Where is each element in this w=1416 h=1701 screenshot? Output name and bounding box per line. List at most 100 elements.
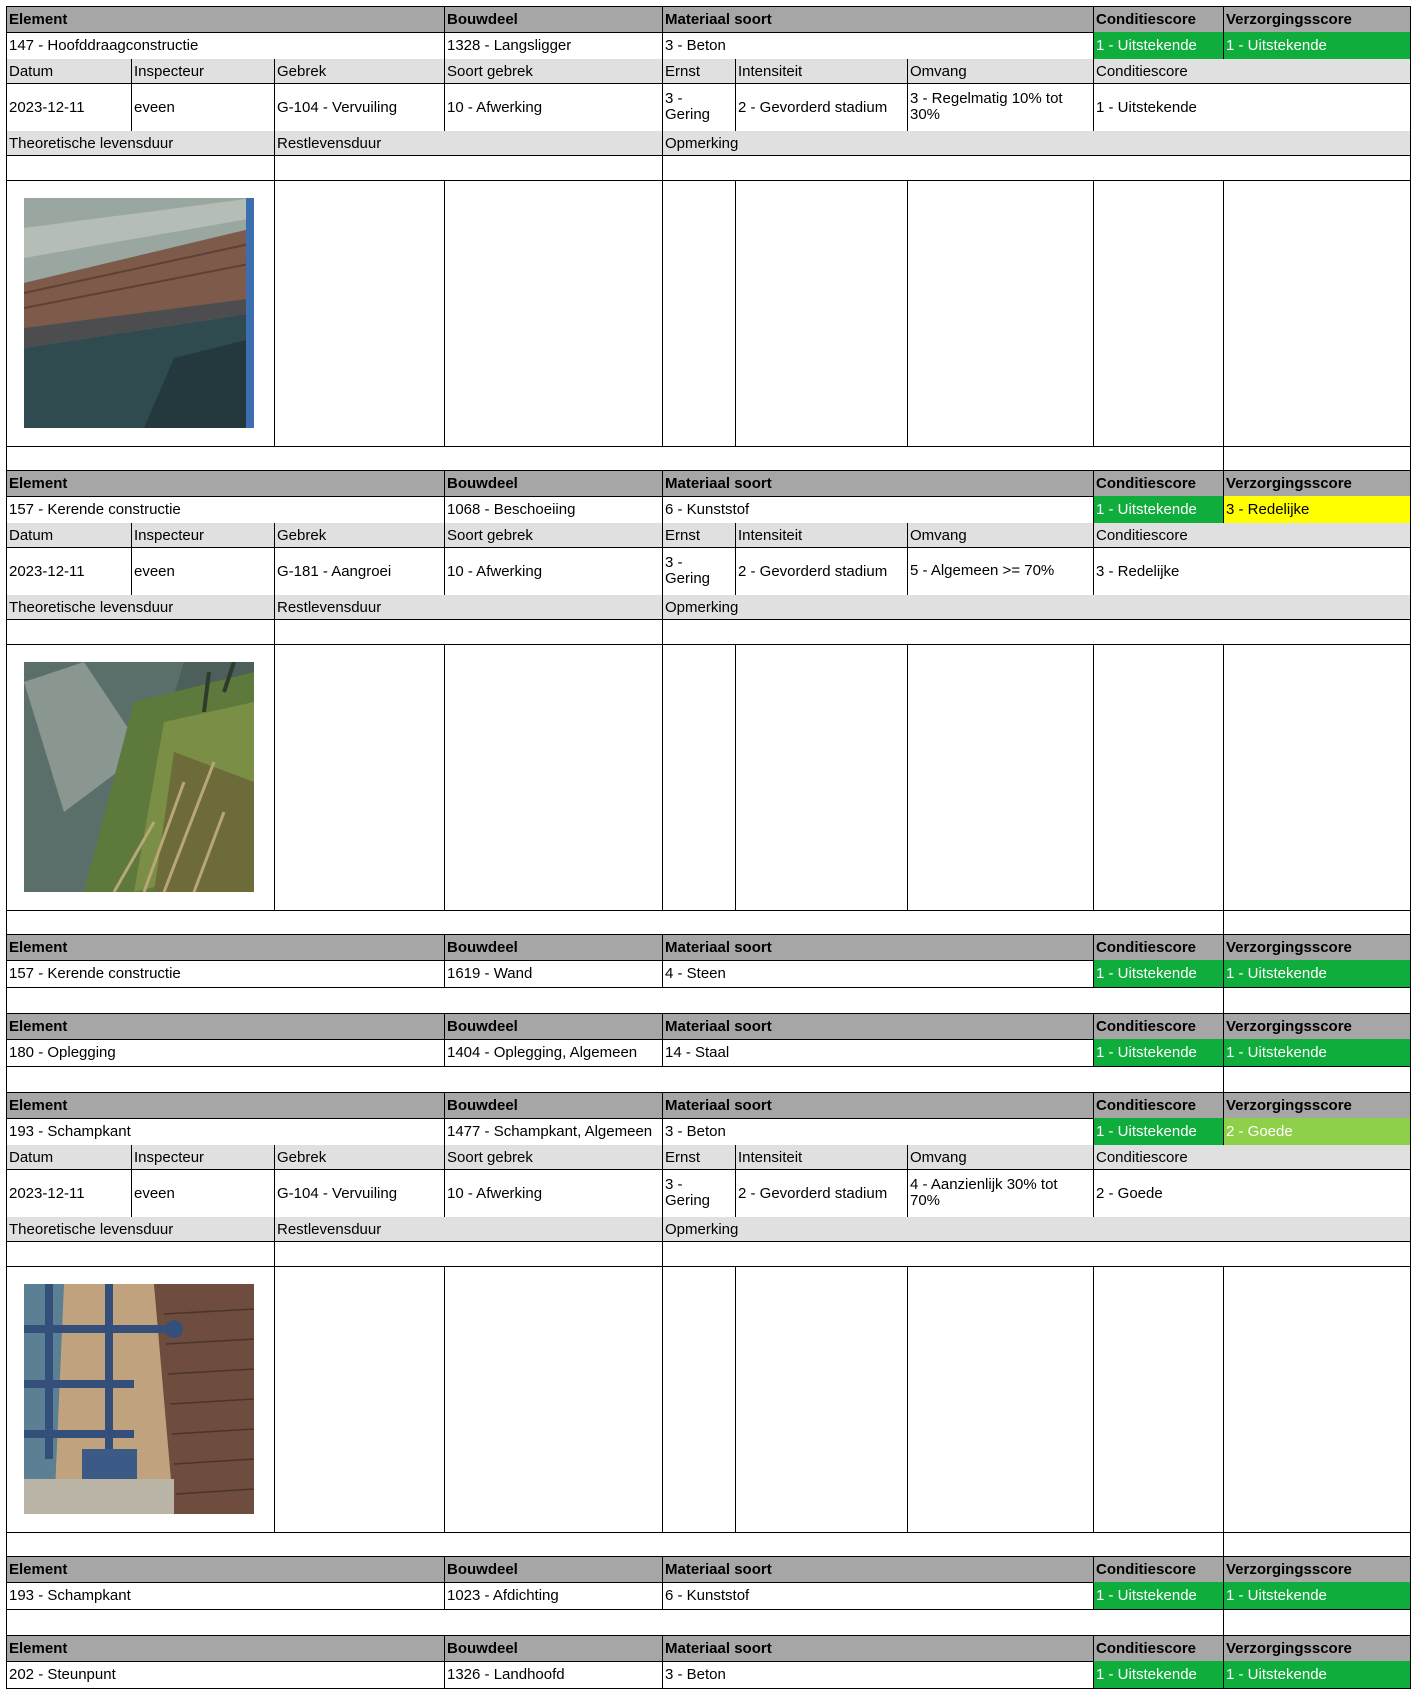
grid-line [1223, 910, 1224, 934]
grid-line [444, 1118, 445, 1145]
grid-line [131, 1145, 132, 1169]
inspection-header-datum: Datum [9, 1148, 54, 1166]
grid-line [6, 644, 7, 910]
conditiescore-badge: 1 - Uitstekende [1096, 1044, 1197, 1061]
header-element: Element [9, 1017, 68, 1035]
header-materiaal: Materiaal soort [665, 938, 772, 956]
grid-line [444, 960, 445, 987]
life-header-opmerking: Opmerking [665, 598, 739, 616]
grid-line [907, 1169, 908, 1217]
inspection-header-soort_gebrek: Soort gebrek [447, 526, 533, 544]
grid-line [1223, 32, 1224, 59]
grid-line [1410, 1066, 1411, 1092]
grid-line [1093, 1039, 1094, 1066]
inspection-datum: 2023-12-11 [9, 1184, 85, 1202]
bouwdeel-value: 1068 - Beschoeiing [447, 501, 576, 518]
grid-line [274, 1145, 275, 1169]
grid-line [907, 1145, 908, 1169]
life-header-opmerking: Opmerking [665, 134, 739, 152]
grid-line [131, 1169, 132, 1217]
verzorgingsscore-badge: 1 - Uitstekende [1226, 37, 1327, 54]
materiaal-value: 3 - Beton [665, 1123, 726, 1140]
grid-line [444, 1266, 445, 1532]
element-value: 147 - Hoofddraagconstructie [9, 37, 199, 54]
grid-line [1410, 155, 1411, 180]
grid-line [1093, 960, 1094, 987]
bouwdeel-value: 1328 - Langsligger [447, 37, 572, 54]
header-bouwdeel: Bouwdeel [447, 474, 518, 492]
grid-line [6, 1532, 1411, 1533]
header-verzorgingsscore: Verzorgingsscore [1226, 1560, 1352, 1578]
grid-line [662, 1039, 663, 1066]
grid-line [6, 1092, 1411, 1093]
grid-line [6, 496, 7, 523]
grid-line [131, 547, 132, 595]
grid-line [6, 1609, 7, 1635]
inspection-header-omvang: Omvang [910, 1148, 967, 1166]
grid-line [6, 470, 1411, 471]
materiaal-value: 6 - Kunststof [665, 1587, 750, 1604]
grid-line [662, 1241, 663, 1266]
inspection-intensiteit: 2 - Gevorderd stadium [738, 1184, 888, 1202]
element-value: 193 - Schampkant [9, 1587, 131, 1604]
grid-line [662, 1217, 663, 1241]
grid-line [1410, 1532, 1411, 1556]
grid-line [444, 1169, 445, 1217]
grid-line [1410, 6, 1411, 32]
grid-line [6, 1092, 7, 1118]
grid-line [1410, 644, 1411, 910]
bouwdeel-value: 1619 - Wand [447, 965, 533, 982]
header-verzorgingsscore: Verzorgingsscore [1226, 474, 1352, 492]
verzorgingsscore-badge: 1 - Uitstekende [1226, 965, 1327, 982]
inspection-header-gebrek: Gebrek [277, 62, 327, 80]
header-materiaal: Materiaal soort [665, 1639, 772, 1657]
grid-line [6, 619, 1411, 620]
grid-line [6, 1241, 1411, 1242]
grid-line [1093, 523, 1094, 547]
header-bouwdeel: Bouwdeel [447, 10, 518, 28]
inspection-header-omvang: Omvang [910, 62, 967, 80]
grid-line [1093, 470, 1094, 496]
grid-line [662, 1266, 663, 1532]
grid-line [735, 59, 736, 83]
header-materiaal: Materiaal soort [665, 474, 772, 492]
grid-line [662, 180, 663, 446]
grid-line [6, 619, 7, 644]
grid-line [6, 6, 7, 32]
grid-line [662, 1013, 663, 1039]
grid-line [1093, 59, 1094, 83]
grid-line [6, 446, 7, 470]
grid-line [6, 470, 7, 496]
grid-line [1410, 1145, 1411, 1169]
grid-line [1410, 547, 1411, 595]
grid-line [6, 155, 7, 180]
grid-line [6, 1169, 7, 1217]
grid-line [1093, 32, 1094, 59]
inspection-inspecteur: eveen [134, 1184, 175, 1202]
inspection-header-omvang: Omvang [910, 526, 967, 544]
grid-line [1093, 934, 1094, 960]
grid-line [1410, 1266, 1411, 1532]
grid-line [6, 155, 1411, 156]
inspection-gebrek: G-104 - Vervuiling [277, 98, 398, 116]
grid-line [274, 155, 275, 180]
grid-line [1223, 1556, 1224, 1582]
inspection-soort-gebrek: 10 - Afwerking [447, 1184, 543, 1202]
grid-line [662, 6, 663, 32]
grid-line [444, 6, 445, 32]
grid-line [444, 1013, 445, 1039]
grid-line [1093, 1145, 1094, 1169]
header-conditiescore: Conditiescore [1096, 10, 1197, 28]
grid-line [662, 131, 663, 155]
element-value: 193 - Schampkant [9, 1123, 131, 1140]
grid-line [6, 83, 7, 131]
grid-line [6, 1688, 1411, 1689]
inspection-header-datum: Datum [9, 526, 54, 544]
grid-line [444, 1039, 445, 1066]
grid-line [274, 180, 275, 446]
grid-line [1223, 1635, 1224, 1661]
grid-line [662, 547, 663, 595]
grid-line [907, 523, 908, 547]
grid-line [1093, 1169, 1094, 1217]
grid-line [1223, 1092, 1224, 1118]
